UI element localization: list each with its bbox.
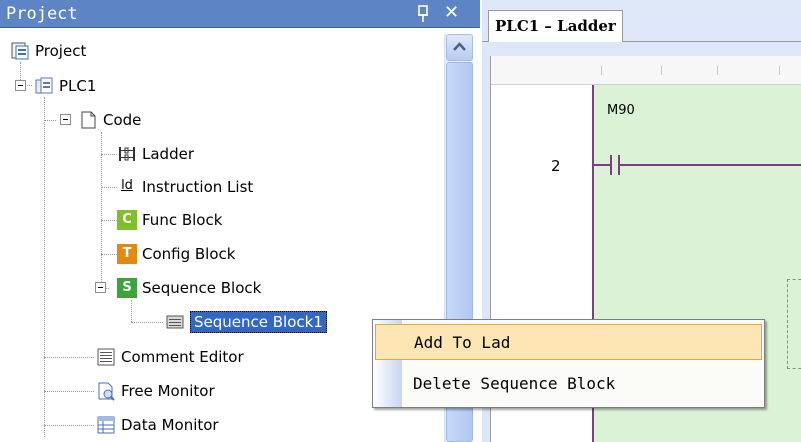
tree-connector <box>131 322 163 323</box>
ruler-tick <box>601 66 602 75</box>
collapse-plc1-toggle[interactable] <box>15 80 26 91</box>
menu-item-add-to-lad[interactable]: Add To Lad <box>375 324 762 360</box>
contact-label: M90 <box>607 103 635 118</box>
pin-icon[interactable] <box>416 5 430 23</box>
tree-item-label: Data Monitor <box>121 416 219 434</box>
tree-item-func-block[interactable]: C Func Block <box>117 207 222 233</box>
tree-connector <box>44 391 94 392</box>
tree-connector <box>101 132 102 288</box>
tree-connector <box>44 97 45 437</box>
collapse-code-toggle[interactable] <box>60 114 71 125</box>
tree-item-project[interactable]: Project <box>10 38 86 64</box>
tree-item-data-monitor[interactable]: Data Monitor <box>96 412 219 438</box>
tree-connector <box>101 220 117 221</box>
tree-connector <box>44 357 94 358</box>
tree-item-free-monitor[interactable]: Free Monitor <box>96 378 215 404</box>
normally-open-contact-icon[interactable] <box>593 115 801 195</box>
tree-item-comment-editor[interactable]: Comment Editor <box>96 344 244 370</box>
rung-number: 2 <box>551 157 561 175</box>
scroll-up-button[interactable] <box>446 34 473 61</box>
document-icon <box>81 111 96 129</box>
func-block-icon: C <box>117 210 137 230</box>
tree-item-label: Ladder <box>142 145 194 163</box>
sequence-block-icon: S <box>117 278 137 298</box>
tree-item-label: Sequence Block <box>142 279 262 297</box>
tree-item-sequence-block1[interactable]: Sequence Block1 <box>165 309 327 335</box>
tree-connector <box>44 425 94 426</box>
tree-item-config-block[interactable]: T Config Block <box>117 241 235 267</box>
tree-item-code[interactable]: Code <box>78 107 141 133</box>
tab-plc1-ladder[interactable]: PLC1 – Ladder <box>488 10 623 42</box>
project-titlebar: Project ✕ <box>0 0 480 28</box>
column-ruler <box>491 56 801 85</box>
ruler-tick <box>661 66 662 75</box>
free-monitor-icon <box>98 382 115 401</box>
plc-icon <box>35 77 53 94</box>
menu-item-delete-sequence-block[interactable]: Delete Sequence Block <box>375 366 762 402</box>
tree-item-label: Instruction List <box>142 178 254 196</box>
tree-connector <box>131 300 132 322</box>
tree-item-plc1[interactable]: PLC1 <box>34 73 96 99</box>
menu-item-label: Add To Lad <box>414 333 511 352</box>
tree-connector <box>101 154 117 155</box>
ruler-tick <box>779 66 780 75</box>
tree-item-label: Comment Editor <box>121 348 244 366</box>
menu-item-label: Delete Sequence Block <box>413 374 616 393</box>
tree-item-label: Free Monitor <box>121 382 215 400</box>
tree-item-instruction-list[interactable]: ld Instruction List <box>117 174 253 200</box>
tree-item-label: Func Block <box>142 211 223 229</box>
tree-item-label: Project <box>35 42 87 60</box>
tree-item-label: PLC1 <box>59 77 97 95</box>
tree-item-ladder[interactable]: Ladder <box>117 141 194 167</box>
comment-editor-icon <box>97 348 115 366</box>
tree-item-label: Config Block <box>142 245 236 263</box>
tree-connector <box>101 254 117 255</box>
project-pane-title: Project <box>6 4 78 24</box>
sequence-item-icon <box>166 315 184 329</box>
ruler-tick <box>717 66 718 75</box>
editor-tab-strip: PLC1 – Ladder <box>482 0 801 42</box>
config-block-icon: T <box>117 244 137 264</box>
context-menu: Add To Lad Delete Sequence Block <box>372 319 765 408</box>
ladder-icon <box>119 147 135 161</box>
tree-connector <box>101 187 117 188</box>
close-icon[interactable]: ✕ <box>444 3 459 23</box>
tree-connector <box>44 120 56 121</box>
tree-item-label: Sequence Block1 <box>190 311 327 333</box>
tree-item-label: Code <box>103 111 142 129</box>
collapse-sequence-block-toggle[interactable] <box>95 282 106 293</box>
data-monitor-icon <box>97 416 115 434</box>
tree-item-sequence-block[interactable]: S Sequence Block <box>117 275 261 301</box>
placeholder-box <box>787 279 801 369</box>
instruction-list-icon: ld <box>121 178 133 193</box>
chevron-up-icon <box>453 42 466 51</box>
project-icon <box>11 42 29 60</box>
tree-connector <box>20 62 21 80</box>
